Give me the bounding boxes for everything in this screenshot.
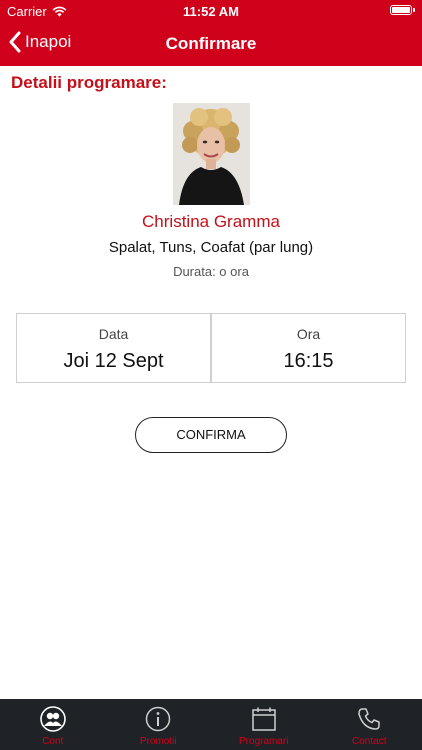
date-value: Joi 12 Sept [63,350,164,372]
tab-programari[interactable]: Programari [211,699,317,750]
tab-promotii[interactable]: Promotii [106,699,212,750]
stylist-name: Christina Gramma [142,212,280,231]
time-label: Ora [296,326,321,342]
section-title: Detalii programare: [11,73,167,92]
date-cell: Data Joi 12 Sept [17,314,210,382]
tab-label: Promotii [139,736,177,747]
status-bar: Carrier 11:52 AM [0,0,422,22]
tab-label: Cont [42,736,64,747]
duration-text: Durata: o ora [173,264,249,279]
service-name: Spalat, Tuns, Coafat (par lung) [108,239,314,256]
tab-bar: Cont Promotii Programari Contact [0,699,422,750]
tab-contact[interactable]: Contact [317,699,422,750]
info-icon [146,706,171,732]
battery-level [392,7,410,13]
time-cell: Ora 16:15 [210,314,405,382]
tab-label: Programari [239,736,289,747]
tab-cont[interactable]: Cont [0,699,106,750]
confirm-button[interactable]: CONFIRMA [135,417,287,453]
tab-label: Contact [352,736,387,747]
status-time: 11:52 AM [183,4,239,19]
nav-bar: Inapoi Confirmare [0,22,422,66]
battery-icon [390,5,415,15]
stylist-photo [173,103,250,205]
appointment-info: Data Joi 12 Sept Ora 16:15 [16,313,406,383]
page-title: Confirmare [165,34,257,53]
date-label: Data [98,326,129,342]
time-value: 16:15 [283,350,334,372]
phone-icon [358,708,380,730]
calendar-icon [252,707,276,731]
account-icon [39,706,66,732]
header: Carrier 11:52 AM Inapoi Confirmare [0,0,422,66]
